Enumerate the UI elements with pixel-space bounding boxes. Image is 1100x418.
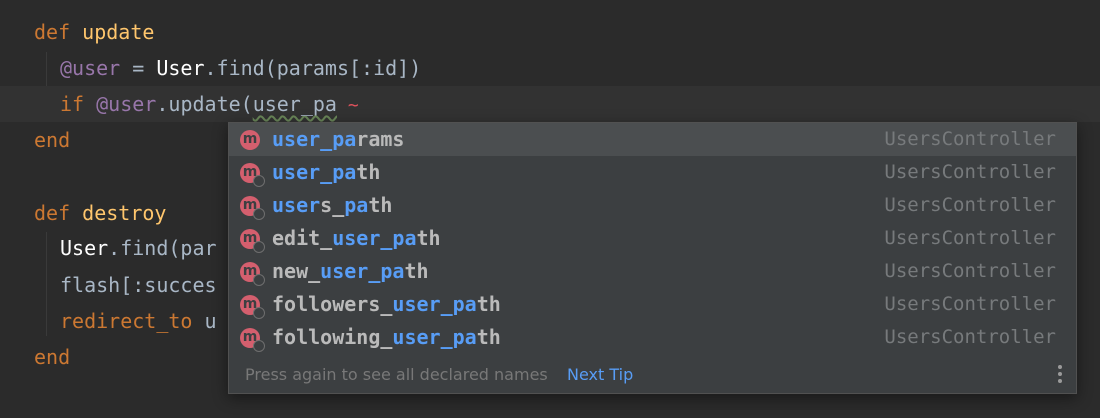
operator: = — [120, 56, 157, 80]
completion-item-type: UsersController — [884, 260, 1056, 282]
globe-icon — [253, 208, 265, 220]
completion-item[interactable]: m followers_user_path UsersController — [229, 288, 1076, 321]
completion-item[interactable]: m edit_user_path UsersController — [229, 222, 1076, 255]
code-line-3: if @user.update(user_pa ~ — [60, 86, 359, 122]
globe-icon — [253, 241, 265, 253]
completion-item-type: UsersController — [884, 326, 1056, 348]
code-line-9: redirect_to u — [60, 303, 217, 339]
code-text: .update( — [156, 92, 253, 116]
completion-item[interactable]: m following_user_path UsersController — [229, 321, 1076, 354]
completion-item-name: followers_user_path — [272, 292, 501, 316]
keyword: def — [34, 201, 71, 225]
constant: User — [156, 56, 205, 80]
completion-item[interactable]: m users_path UsersController — [229, 189, 1076, 222]
keyword: end — [34, 128, 71, 152]
code-text: u — [192, 309, 217, 333]
globe-icon — [253, 340, 265, 352]
instance-variable: @user — [60, 56, 121, 80]
globe-icon — [253, 274, 265, 286]
code-text: .find(params[:id]) — [204, 56, 422, 80]
code-line-8: flash[:succes — [60, 267, 217, 303]
method-name: destroy — [82, 201, 167, 225]
typed-text: user_pa — [252, 92, 337, 116]
code-text: .find(par — [108, 236, 217, 260]
completion-item[interactable]: m user_path UsersController — [229, 156, 1076, 189]
instance-variable: @user — [96, 92, 157, 116]
globe-icon — [253, 307, 265, 319]
completion-item-name: user_path — [272, 160, 381, 184]
completion-item-name: users_path — [272, 193, 393, 217]
completion-item-type: UsersController — [884, 194, 1056, 216]
indent-guide — [46, 232, 47, 336]
completion-item-type: UsersController — [884, 227, 1056, 249]
completion-item-name: new_user_path — [272, 259, 429, 283]
completion-footer: Press again to see all declared names Ne… — [229, 357, 1076, 393]
footer-hint: Press again to see all declared names — [245, 365, 548, 384]
completion-item-type: UsersController — [884, 161, 1056, 183]
code-text: flash[:succes — [60, 273, 217, 297]
indent-guide — [46, 52, 47, 86]
keyword: end — [34, 345, 71, 369]
completion-item[interactable]: m user_params UsersController — [229, 123, 1076, 156]
more-options-icon[interactable] — [1058, 365, 1062, 385]
completion-item-name: user_params — [272, 127, 405, 151]
keyword: def — [34, 20, 71, 44]
code-line-10: end — [34, 339, 70, 375]
code-line-2: @user = User.find(params[:id]) — [60, 50, 421, 86]
error-squiggle-icon: ~ — [336, 95, 359, 116]
completion-item-type: UsersController — [884, 128, 1056, 150]
method-icon: m — [240, 130, 260, 150]
keyword: redirect_to — [60, 309, 193, 333]
code-line-6: def destroy — [34, 195, 166, 231]
constant: User — [60, 236, 109, 260]
completion-item-name: following_user_path — [272, 325, 501, 349]
completion-popup[interactable]: m user_params UsersController m user_pat… — [228, 122, 1077, 394]
next-tip-link[interactable]: Next Tip — [567, 357, 633, 393]
completion-item[interactable]: m new_user_path UsersController — [229, 255, 1076, 288]
code-line-1: def update — [34, 14, 154, 50]
code-line-7: User.find(par — [60, 230, 217, 266]
completion-item-name: edit_user_path — [272, 226, 441, 250]
code-line-4: end — [34, 122, 70, 158]
method-name: update — [82, 20, 155, 44]
globe-icon — [253, 175, 265, 187]
keyword: if — [60, 92, 85, 116]
completion-item-type: UsersController — [884, 293, 1056, 315]
